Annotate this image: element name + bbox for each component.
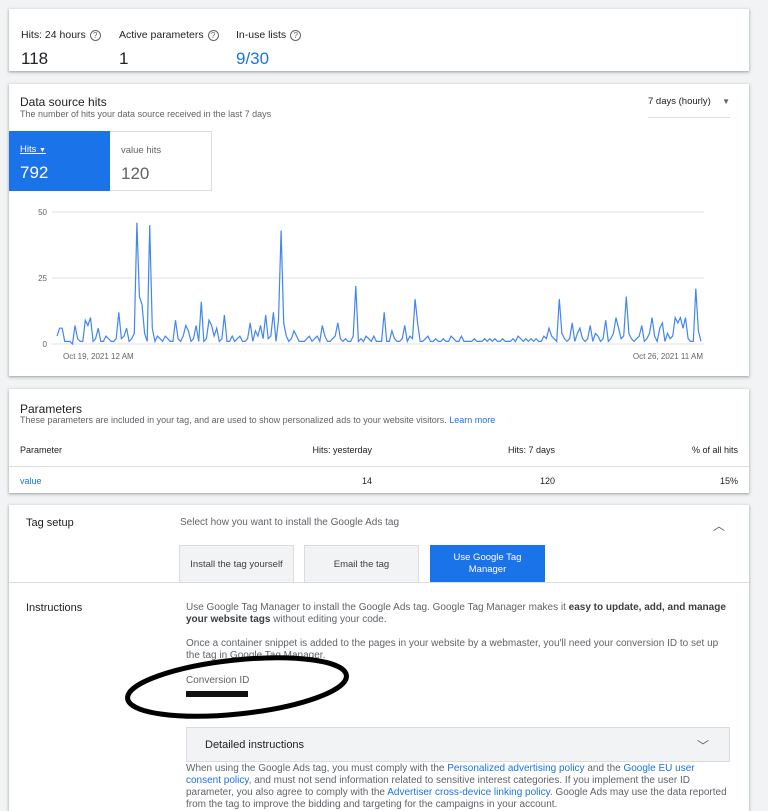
- help-icon[interactable]: ?: [207, 29, 219, 41]
- detailed-instructions-label: Detailed instructions: [205, 739, 305, 751]
- policy-text: When using the Google Ads tag, you must …: [186, 763, 727, 810]
- stats-card: Hits: 24 hours? 118 Active parameters? 1…: [9, 9, 749, 71]
- cell-hits-7days: 120: [539, 476, 555, 487]
- tab-value-hits[interactable]: value hits 120: [110, 131, 212, 191]
- tagsetup-card: Tag setup Select how you want to install…: [9, 505, 749, 811]
- x-axis-end-label: Oct 26, 2021 11 AM: [633, 352, 703, 361]
- parameters-table: Parameter Hits: yesterday Hits: 7 days %…: [9, 435, 749, 496]
- y-tick-label: 50: [38, 208, 47, 217]
- stat-inuse-lists-label: In-use lists?: [236, 29, 302, 41]
- stat-hits-24h-value: 118: [21, 49, 49, 68]
- tagsetup-prompt: Select how you want to install the Googl…: [180, 517, 400, 528]
- tab-hits[interactable]: Hits ▼ 792: [9, 131, 110, 191]
- email-tag-button[interactable]: Email the tag: [304, 545, 419, 582]
- help-icon[interactable]: ?: [290, 29, 302, 41]
- tab-hits-value: 792: [20, 163, 49, 182]
- tab-value-hits-value: 120: [121, 164, 150, 183]
- table-row: value 14 120 15%: [9, 466, 749, 496]
- datasource-subtitle: The number of hits your data source rece…: [20, 109, 272, 119]
- cross-device-policy-link[interactable]: Advertiser cross-device linking policy: [387, 787, 550, 798]
- col-pct-hits: % of all hits: [566, 435, 749, 467]
- y-tick-label: 25: [38, 274, 47, 283]
- install-yourself-button[interactable]: Install the tag yourself: [179, 545, 294, 582]
- hits-series-line: [56, 222, 702, 346]
- hits-line-chart: 0 25 50 Oct 19, 2021 12 AM Oct 26, 2021 11…: [38, 208, 704, 361]
- collapse-chevron-icon[interactable]: ︿: [713, 517, 725, 534]
- divider: [9, 582, 749, 583]
- col-hits-7days: Hits: 7 days: [383, 435, 566, 467]
- use-gtm-button[interactable]: Use Google Tag Manager: [430, 545, 545, 582]
- tab-value-hits-label: value hits: [121, 145, 162, 156]
- stat-active-params-label: Active parameters?: [119, 29, 219, 41]
- redaction-scribble: [125, 655, 349, 719]
- col-parameter: Parameter: [9, 435, 193, 467]
- parameters-description: These parameters are included in your ta…: [20, 415, 496, 425]
- detailed-instructions-expander[interactable]: Detailed instructions ﹀: [186, 727, 730, 762]
- dropdown-arrow-icon: ▼: [722, 97, 730, 106]
- table-header-row: Parameter Hits: yesterday Hits: 7 days %…: [9, 435, 749, 467]
- stat-hits-24h-label: Hits: 24 hours?: [21, 29, 101, 41]
- x-axis-start-label: Oct 19, 2021 12 AM: [63, 352, 134, 361]
- help-icon[interactable]: ?: [89, 29, 101, 41]
- instructions-paragraph-1: Use Google Tag Manager to install the Go…: [186, 602, 726, 625]
- col-hits-yesterday: Hits: yesterday: [193, 435, 383, 467]
- instructions-label: Instructions: [26, 602, 83, 614]
- stat-active-params-value: 1: [119, 49, 129, 68]
- parameters-title: Parameters: [20, 402, 83, 416]
- parameters-card: Parameters These parameters are included…: [9, 389, 749, 493]
- personalized-ads-policy-link[interactable]: Personalized advertising policy: [447, 763, 584, 774]
- cell-pct-hits: 15%: [719, 476, 738, 487]
- learn-more-link[interactable]: Learn more: [449, 415, 495, 425]
- cell-hits-yesterday: 14: [361, 476, 372, 487]
- datasource-card: Data source hits The number of hits your…: [9, 84, 749, 376]
- stat-inuse-lists-value[interactable]: 9/30: [236, 49, 269, 69]
- tab-hits-label: Hits ▼: [20, 144, 46, 155]
- tagsetup-label: Tag setup: [26, 517, 74, 529]
- expand-chevron-icon: ﹀: [696, 739, 709, 753]
- datasource-title: Data source hits: [20, 95, 107, 109]
- y-tick-label: 0: [43, 340, 48, 349]
- range-select[interactable]: 7 days (hourly) ▼: [648, 96, 730, 118]
- dropdown-arrow-icon: ▼: [39, 147, 46, 154]
- range-select-value: 7 days (hourly): [648, 96, 711, 107]
- parameter-name-link[interactable]: value: [9, 466, 193, 496]
